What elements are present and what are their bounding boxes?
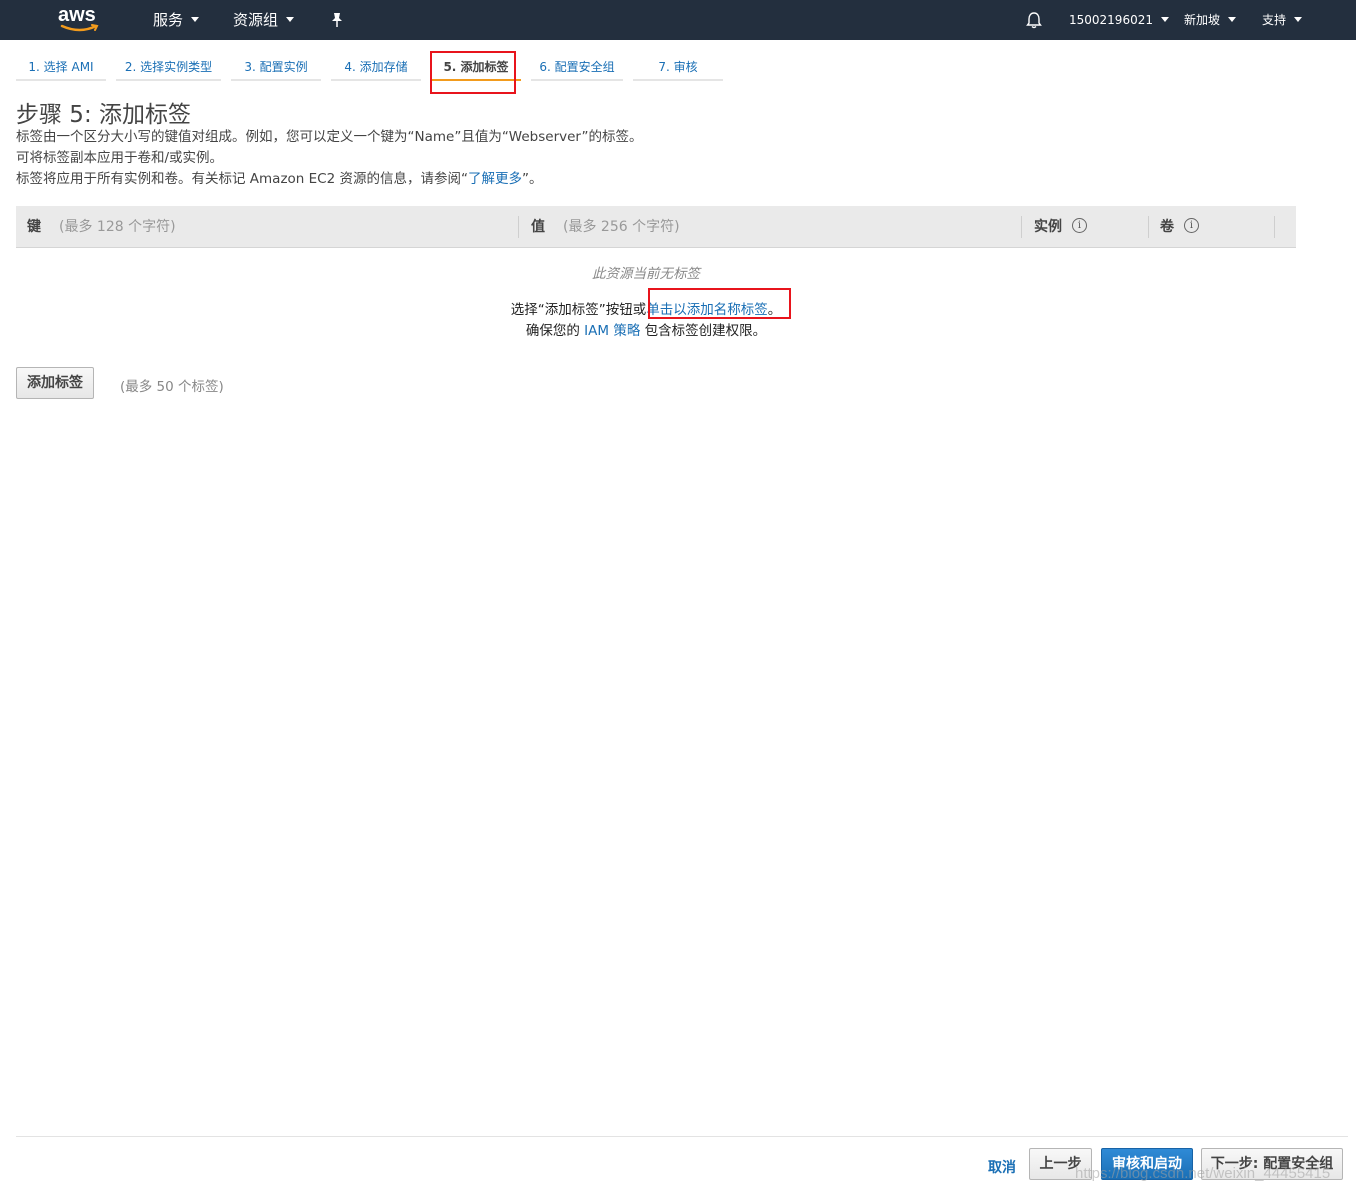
description-line-1: 标签由一个区分大小写的键值对组成。例如，您可以定义一个键为“Name”且值为“W… [16, 129, 643, 145]
page-title: 步骤 5: 添加标签 [16, 102, 192, 128]
region-label: 新加坡 [1184, 13, 1221, 27]
chevron-down-icon [191, 17, 200, 22]
volume-header-label: 卷 [1160, 219, 1174, 235]
learn-more-link[interactable]: 了解更多 [468, 171, 522, 187]
account-menu[interactable]: 15002196021 [1069, 0, 1169, 40]
key-column-header: 键 (最多 128 个字符) [27, 206, 176, 248]
volume-column-header: 卷i [1160, 206, 1199, 248]
no-tags-message: 此资源当前无标签 [592, 266, 700, 282]
empty-state-line-2: 确保您的 IAM 策略 包含标签创建权限。 [16, 319, 1276, 339]
chevron-down-icon [1294, 17, 1303, 22]
aws-logo[interactable]: aws [58, 4, 102, 36]
highlight-box-add-name-tag [648, 288, 791, 319]
top-navigation-bar: aws 服务 资源组 15002196021 新加坡 支持 [0, 0, 1356, 40]
support-menu[interactable]: 支持 [1262, 0, 1303, 40]
account-label: 15002196021 [1069, 13, 1153, 27]
description-line-3-prefix: 标签将应用于所有实例和卷。有关标记 Amazon EC2 资源的信息，请参阅“ [16, 171, 468, 187]
cancel-link[interactable]: 取消 [988, 1157, 1016, 1177]
info-icon[interactable]: i [1184, 217, 1199, 233]
resource-groups-label: 资源组 [233, 11, 279, 29]
highlight-box-active-tab [430, 51, 516, 94]
empty-state-line-1: 选择“添加标签”按钮或单击以添加名称标签。 [16, 298, 1276, 318]
description-line-3: 标签将应用于所有实例和卷。有关标记 Amazon EC2 资源的信息，请参阅“了… [16, 167, 542, 187]
column-divider [1274, 216, 1275, 238]
tab-review[interactable]: 7. 审核 [633, 52, 723, 81]
empty-state-line-2-prefix: 确保您的 [525, 323, 585, 339]
tab-configure-security-group[interactable]: 6. 配置安全组 [531, 52, 623, 81]
services-label: 服务 [153, 11, 184, 29]
column-divider [518, 216, 519, 238]
tab-configure-instance[interactable]: 3. 配置实例 [231, 52, 321, 81]
empty-state-line-1-prefix: 选择“添加标签”按钮或 [510, 302, 647, 318]
aws-smile-icon [60, 24, 99, 32]
column-divider [1148, 216, 1149, 238]
chevron-down-icon [286, 17, 295, 22]
tab-choose-instance-type[interactable]: 2. 选择实例类型 [116, 52, 221, 81]
support-label: 支持 [1262, 13, 1287, 27]
instance-column-header: 实例 i [1034, 206, 1087, 248]
empty-state-line-2-suffix: 包含标签创建权限。 [640, 323, 767, 339]
tab-add-storage[interactable]: 4. 添加存储 [331, 52, 421, 81]
column-divider [1021, 216, 1022, 238]
key-header-label: 键 [27, 219, 41, 235]
bell-icon[interactable] [1025, 11, 1043, 29]
tab-choose-ami[interactable]: 1. 选择 AMI [16, 52, 106, 81]
instance-header-label: 实例 [1034, 219, 1062, 235]
add-tag-button[interactable]: 添加标签 [16, 367, 94, 399]
info-icon[interactable]: i [1072, 217, 1087, 233]
region-menu[interactable]: 新加坡 [1184, 0, 1237, 40]
pin-icon[interactable] [330, 12, 344, 28]
key-header-hint: (最多 128 个字符) [59, 219, 176, 235]
services-menu[interactable]: 服务 [153, 0, 200, 40]
description-line-3-suffix: ”。 [521, 171, 543, 187]
value-column-header: 值 (最多 256 个字符) [531, 206, 680, 248]
tags-table-header: 键 (最多 128 个字符) 值 (最多 256 个字符) 实例 i 卷i [16, 206, 1296, 248]
iam-policy-link[interactable]: IAM 策略 [584, 323, 640, 339]
value-header-hint: (最多 256 个字符) [563, 219, 680, 235]
value-header-label: 值 [531, 219, 545, 235]
description-line-2: 可将标签副本应用于卷和/或实例。 [16, 150, 224, 166]
resource-groups-menu[interactable]: 资源组 [233, 0, 295, 40]
watermark: https://blog.csdn.net/weixin_44455415 [1075, 1165, 1331, 1182]
add-tag-hint: (最多 50 个标签) [120, 379, 224, 395]
chevron-down-icon [1228, 17, 1237, 22]
chevron-down-icon [1160, 17, 1169, 22]
footer-divider [16, 1136, 1348, 1137]
